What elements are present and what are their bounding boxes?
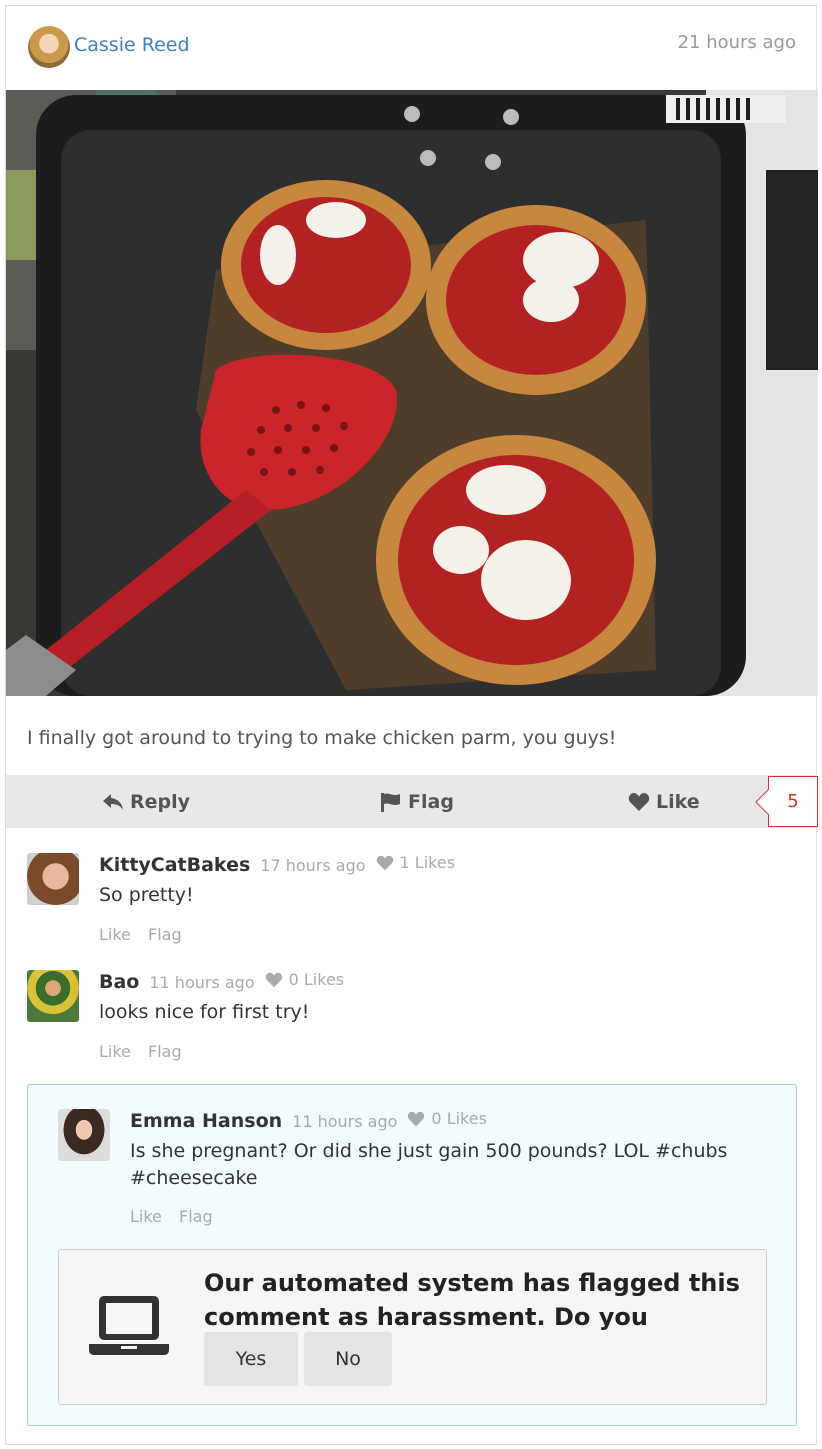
moderation-prompt: Our automated system has flagged this co… bbox=[58, 1249, 767, 1405]
comment-flag-link[interactable]: Flag bbox=[148, 1042, 182, 1061]
heart-icon bbox=[628, 792, 650, 811]
comment-likes-text: 0 Likes bbox=[288, 970, 345, 989]
author-avatar[interactable] bbox=[28, 26, 70, 68]
comment-time: 11 hours ago bbox=[292, 1111, 398, 1131]
comment-like-link[interactable]: Like bbox=[99, 1042, 131, 1061]
heart-icon bbox=[265, 972, 282, 987]
comment-meta: Emma Hanson 11 hours ago 0 Likes bbox=[130, 1109, 487, 1132]
commenter-name[interactable]: Emma Hanson bbox=[130, 1110, 282, 1132]
comment-text: So pretty! bbox=[99, 884, 194, 906]
comment-like-link[interactable]: Like bbox=[130, 1207, 162, 1226]
food-photo-image bbox=[6, 90, 818, 696]
commenter-avatar[interactable] bbox=[27, 970, 79, 1022]
laptop-icon bbox=[89, 1296, 169, 1355]
comment-likes-text: 1 Likes bbox=[399, 853, 456, 872]
like-count-value: 5 bbox=[787, 791, 799, 812]
commenter-name[interactable]: Bao bbox=[99, 971, 139, 993]
commenter-avatar[interactable] bbox=[27, 853, 79, 905]
author-name-link[interactable]: Cassie Reed bbox=[74, 34, 190, 56]
comment-meta: Bao 11 hours ago 0 Likes bbox=[99, 970, 344, 993]
comment-likes-text: 0 Likes bbox=[431, 1109, 487, 1128]
comment-flag-link[interactable]: Flag bbox=[179, 1207, 213, 1226]
reply-button[interactable]: Reply bbox=[102, 775, 190, 828]
comment-meta: KittyCatBakes 17 hours ago 1 Likes bbox=[99, 853, 455, 876]
post-caption: I finally got around to trying to make c… bbox=[27, 727, 617, 749]
flag-button[interactable]: Flag bbox=[380, 775, 454, 828]
no-button[interactable]: No bbox=[304, 1332, 392, 1386]
comment-text: looks nice for first try! bbox=[99, 1001, 310, 1023]
commenter-name[interactable]: KittyCatBakes bbox=[99, 854, 250, 876]
comment-item: Emma Hanson 11 hours ago 0 Likes Is she … bbox=[58, 1109, 778, 1239]
reply-icon bbox=[103, 793, 123, 810]
comment-actions: Like Flag bbox=[99, 1042, 194, 1061]
comment-like-link[interactable]: Like bbox=[99, 925, 131, 944]
reply-label: Reply bbox=[130, 790, 191, 813]
comment-time: 11 hours ago bbox=[149, 972, 255, 992]
comment-actions: Like Flag bbox=[130, 1207, 225, 1226]
post-timestamp: 21 hours ago bbox=[677, 32, 796, 53]
heart-icon bbox=[408, 1111, 425, 1126]
like-count-badge: 5 bbox=[755, 776, 818, 827]
post-header: Cassie Reed 21 hours ago bbox=[6, 6, 816, 90]
comment-text: Is she pregnant? Or did she just gain 50… bbox=[130, 1140, 728, 1189]
post-action-bar: Reply Flag Like bbox=[6, 775, 818, 828]
comment-time: 17 hours ago bbox=[260, 855, 366, 875]
comment-like-count: 0 Likes bbox=[265, 970, 345, 989]
post-card: Cassie Reed 21 hours ago I finally got a… bbox=[5, 5, 818, 1445]
comment-flag-link[interactable]: Flag bbox=[148, 925, 182, 944]
flagged-comment-panel: Emma Hanson 11 hours ago 0 Likes Is she … bbox=[27, 1084, 797, 1426]
comment-like-count: 0 Likes bbox=[407, 1109, 487, 1128]
flag-icon bbox=[381, 792, 400, 812]
commenter-avatar[interactable] bbox=[58, 1109, 110, 1161]
comment-actions: Like Flag bbox=[99, 925, 194, 944]
comment-like-count: 1 Likes bbox=[376, 853, 456, 872]
post-photo[interactable] bbox=[6, 90, 818, 696]
comment-item: KittyCatBakes 17 hours ago 1 Likes So pr… bbox=[27, 853, 807, 953]
heart-icon bbox=[376, 855, 393, 870]
like-label: Like bbox=[656, 790, 700, 813]
yes-button[interactable]: Yes bbox=[204, 1332, 298, 1386]
like-button[interactable]: Like bbox=[628, 775, 700, 828]
flag-label: Flag bbox=[408, 790, 454, 813]
comment-item: Bao 11 hours ago 0 Likes looks nice for … bbox=[27, 970, 807, 1070]
